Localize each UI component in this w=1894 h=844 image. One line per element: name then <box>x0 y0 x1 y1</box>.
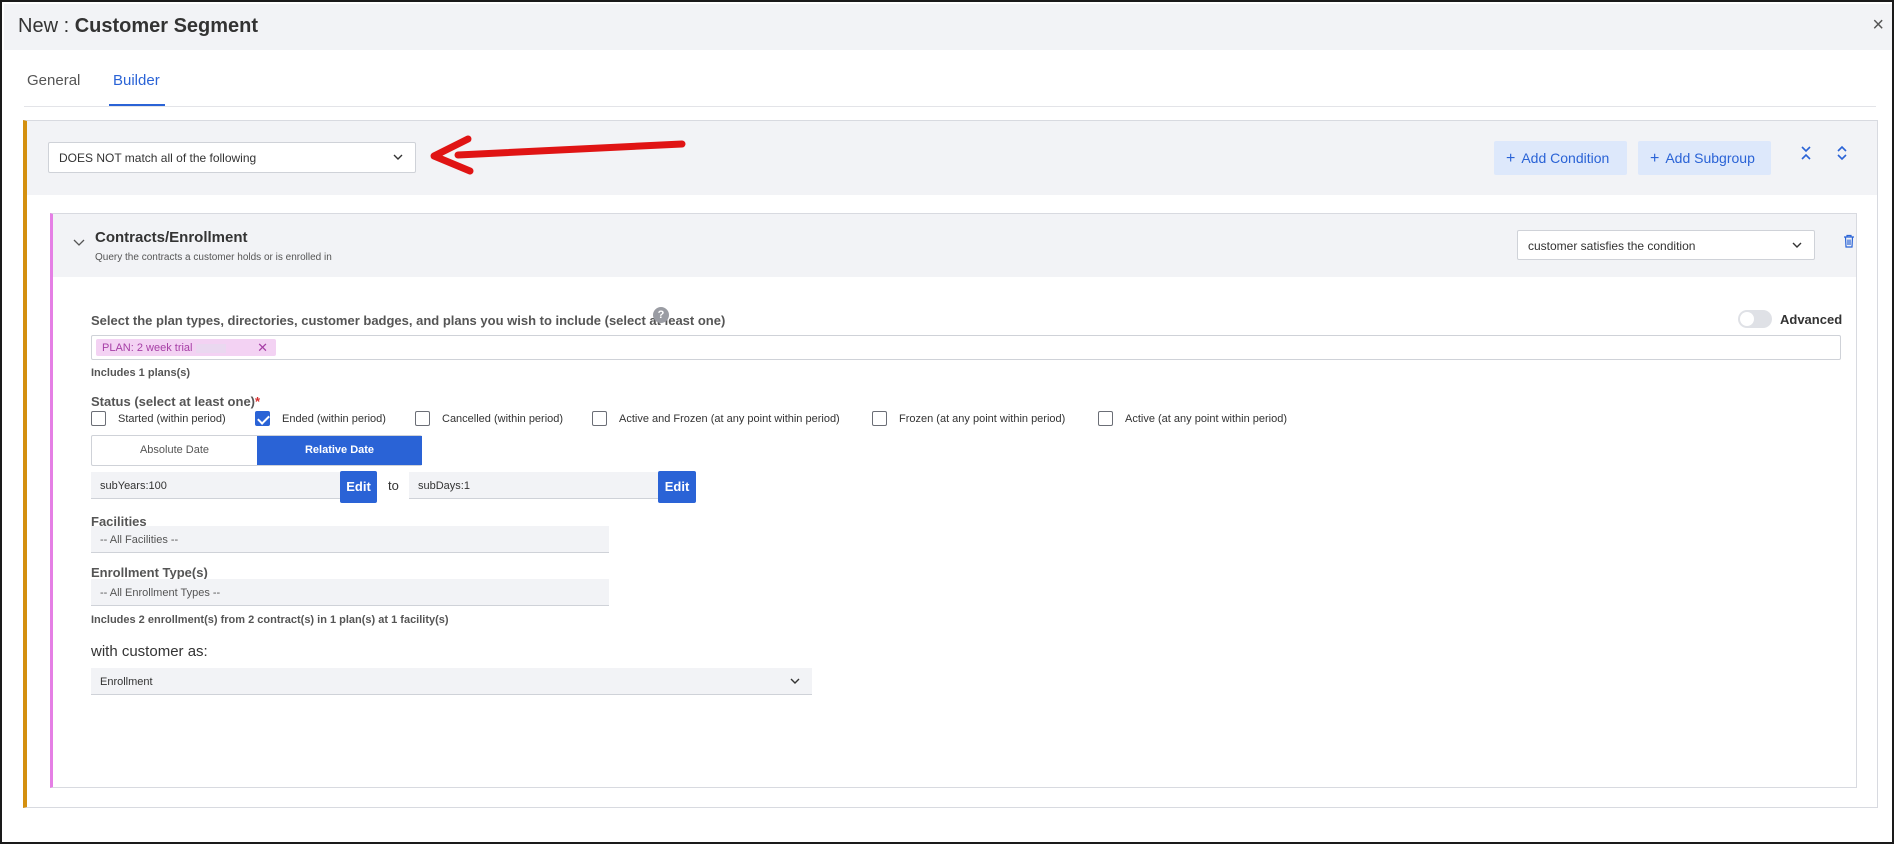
plan-tag-label: PLAN: 2 week trial <box>102 342 193 354</box>
enrollment-types-label: Enrollment Type(s) <box>91 565 208 580</box>
redacted-text <box>196 343 227 353</box>
satisfies-select[interactable]: customer satisfies the condition <box>1517 230 1815 260</box>
satisfies-value: customer satisfies the condition <box>1528 239 1696 253</box>
checkbox-label: Frozen (at any point within period) <box>899 412 1066 425</box>
add-subgroup-button[interactable]: + Add Subgroup <box>1638 141 1771 175</box>
match-mode-select[interactable]: DOES NOT match all of the following <box>48 142 416 173</box>
status-cancelled-checkbox[interactable]: Cancelled (within period) <box>415 411 563 426</box>
toggle-knob <box>1740 312 1754 326</box>
checkbox-label: Started (within period) <box>118 412 226 425</box>
checkbox[interactable] <box>872 411 887 426</box>
add-condition-button[interactable]: + Add Condition <box>1494 141 1627 175</box>
facilities-select[interactable]: -- All Facilities -- <box>91 526 609 553</box>
includes-plans-summary: Includes 1 plans(s) <box>91 367 191 379</box>
expand-all-icon[interactable] <box>1836 145 1848 164</box>
chevron-down-icon <box>393 152 403 164</box>
status-ended-checkbox[interactable]: Ended (within period) <box>255 411 386 426</box>
relative-date-option[interactable]: Relative Date <box>257 436 422 465</box>
page-title: New : Customer Segment <box>18 15 258 38</box>
add-condition-label: Add Condition <box>1521 150 1610 166</box>
status-label-text: Status (select at least one) <box>91 394 255 409</box>
date-from-input[interactable]: subYears:100 <box>91 472 340 499</box>
with-customer-label: with customer as: <box>91 643 208 660</box>
edit-from-button[interactable]: Edit <box>340 471 377 503</box>
modal-window: New : Customer Segment × General Builder… <box>0 0 1894 844</box>
checkbox-label: Active and Frozen (at any point within p… <box>619 412 840 425</box>
remove-tag-icon[interactable]: ✕ <box>257 340 268 356</box>
checkbox-label: Ended (within period) <box>282 412 386 425</box>
enrollment-types-select[interactable]: -- All Enrollment Types -- <box>91 579 609 606</box>
group-header: DOES NOT match all of the following + Add… <box>27 121 1877 195</box>
condition-title: Contracts/Enrollment <box>95 229 248 246</box>
tab-general[interactable]: General <box>27 72 80 89</box>
match-mode-value: DOES NOT match all of the following <box>59 151 257 165</box>
date-to-input[interactable]: subDays:1 <box>409 472 658 499</box>
checkbox[interactable] <box>592 411 607 426</box>
checkbox[interactable] <box>91 411 106 426</box>
plan-tag-input[interactable]: PLAN: 2 week trial ✕ <box>91 335 1841 360</box>
includes-enrollments-summary: Includes 2 enrollment(s) from 2 contract… <box>91 614 449 626</box>
checkbox[interactable] <box>1098 411 1113 426</box>
add-subgroup-label: Add Subgroup <box>1665 150 1755 166</box>
checkbox[interactable] <box>415 411 430 426</box>
close-icon[interactable]: × <box>1872 14 1884 37</box>
collapse-all-icon[interactable] <box>1800 145 1812 164</box>
chevron-down-icon[interactable] <box>73 236 85 250</box>
annotation-arrow-icon <box>430 135 686 175</box>
condition-header: Contracts/Enrollment Query the contracts… <box>53 214 1856 277</box>
plus-icon: + <box>1650 150 1660 167</box>
chevron-down-icon <box>1792 240 1802 252</box>
required-marker: * <box>255 394 261 409</box>
edit-to-button[interactable]: Edit <box>658 471 696 503</box>
checkbox-label: Cancelled (within period) <box>442 412 564 425</box>
plus-icon: + <box>1506 150 1516 167</box>
checkbox[interactable] <box>255 411 270 426</box>
modal-titlebar: New : Customer Segment × <box>4 4 1892 50</box>
rule-group: DOES NOT match all of the following + Add… <box>23 120 1878 808</box>
status-active-frozen-checkbox[interactable]: Active and Frozen (at any point within p… <box>592 411 840 426</box>
tabs-divider <box>24 106 1876 107</box>
advanced-toggle[interactable] <box>1738 310 1772 328</box>
chevron-down-icon <box>790 676 800 688</box>
status-label: Status (select at least one)* <box>91 394 260 409</box>
condition-subtitle: Query the contracts a customer holds or … <box>95 252 332 263</box>
status-started-checkbox[interactable]: Started (within period) <box>91 411 226 426</box>
customer-role-select[interactable]: Enrollment <box>91 668 812 695</box>
absolute-date-option[interactable]: Absolute Date <box>92 436 257 465</box>
trash-icon[interactable] <box>1843 234 1855 252</box>
date-mode-toggle: Absolute Date Relative Date <box>91 435 422 466</box>
title-main: Customer Segment <box>74 15 259 37</box>
status-frozen-checkbox[interactable]: Frozen (at any point within period) <box>872 411 1065 426</box>
status-active-checkbox[interactable]: Active (at any point within period) <box>1098 411 1287 426</box>
title-prefix: New : <box>18 15 75 37</box>
help-icon[interactable]: ? <box>653 307 669 323</box>
date-range-separator: to <box>388 478 399 493</box>
tab-builder[interactable]: Builder <box>113 72 160 89</box>
checkbox-label: Active (at any point within period) <box>1125 412 1288 425</box>
advanced-label: Advanced <box>1780 312 1843 327</box>
condition-card: Contracts/Enrollment Query the contracts… <box>50 213 1857 788</box>
plan-select-label: Select the plan types, directories, cust… <box>91 313 726 328</box>
customer-role-value: Enrollment <box>100 676 153 688</box>
status-checkbox-group: Started (within period) Ended (within pe… <box>91 411 1491 431</box>
plan-tag: PLAN: 2 week trial ✕ <box>96 339 276 356</box>
tab-bar: General Builder <box>4 50 1892 106</box>
